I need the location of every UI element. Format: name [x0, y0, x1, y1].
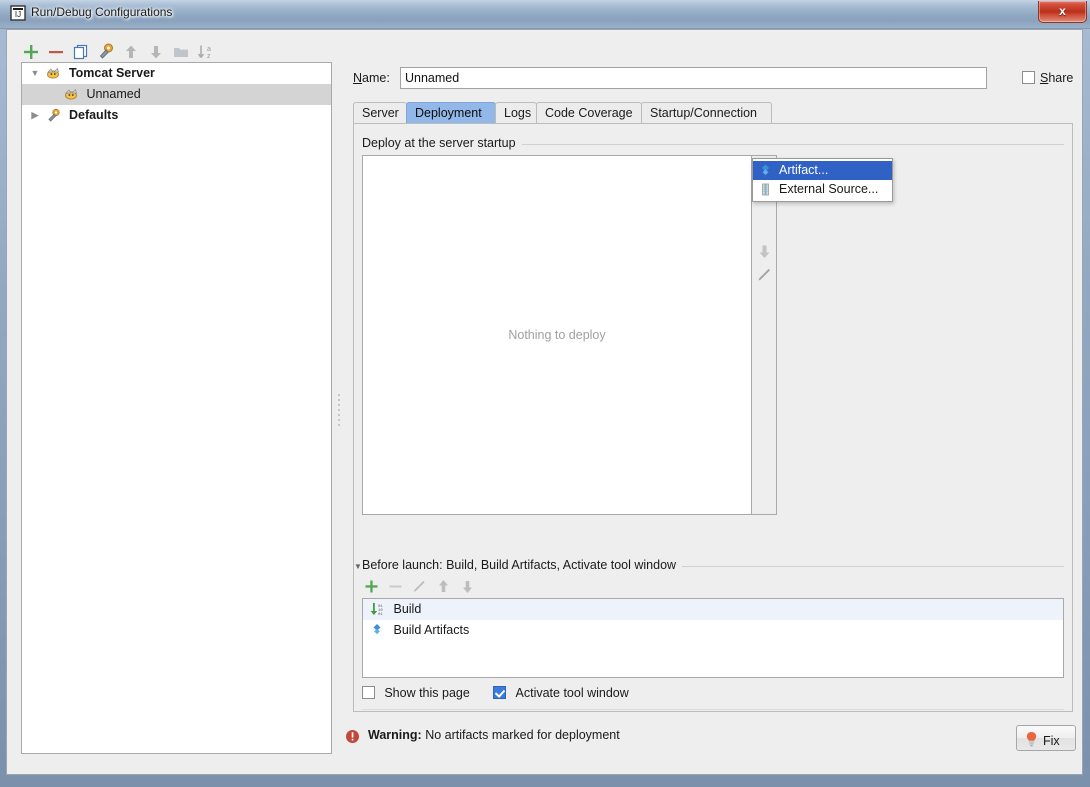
activate-tool-window-checkbox[interactable]: [493, 686, 507, 699]
before-launch-options: Show this page Activate tool window: [362, 686, 649, 704]
tab-label: Server: [362, 106, 399, 120]
configuration-tabs: Server Deployment Logs Code Coverage Sta…: [353, 102, 1073, 124]
menu-item-label: External Source...: [779, 182, 879, 196]
chevron-right-icon[interactable]: ▶: [28, 105, 42, 126]
name-input[interactable]: [400, 67, 987, 89]
sort-az-icon[interactable]: a z: [196, 42, 216, 62]
intellij-idea-icon: IJ: [10, 5, 26, 21]
move-task-down-button[interactable]: [458, 577, 477, 596]
dialog-client-area: a z ▼ Tomcat Server Unnamed ▶ Defaults N…: [6, 29, 1083, 775]
before-launch-task-list[interactable]: 01 10 01 Build Build Artifacts: [362, 598, 1064, 678]
tab-startup-connection[interactable]: Startup/Connection: [641, 102, 772, 123]
name-label: Name:: [353, 71, 390, 85]
svg-text:IJ: IJ: [15, 10, 21, 19]
svg-text:z: z: [207, 53, 211, 60]
tab-deployment[interactable]: Deployment: [406, 102, 496, 123]
wrench-icon: [45, 108, 62, 122]
share-label[interactable]: Share: [1040, 71, 1073, 85]
wrench-icon[interactable]: [96, 42, 116, 62]
tomcat-icon: [63, 87, 80, 101]
task-label: Build Artifacts: [393, 623, 470, 637]
activate-tool-window-label[interactable]: Activate tool window: [516, 686, 629, 700]
menu-item-external-source[interactable]: External Source...: [753, 180, 892, 199]
external-source-icon: [758, 182, 773, 197]
remove-configuration-button[interactable]: [46, 42, 66, 62]
before-launch-title: Before launch: Build, Build Artifacts, A…: [362, 558, 683, 572]
deployment-empty-text: Nothing to deploy: [508, 328, 606, 342]
tomcat-icon: [45, 66, 62, 80]
tab-label: Logs: [504, 106, 532, 120]
close-icon: x: [1059, 4, 1066, 18]
deployment-toolbar: [752, 155, 777, 515]
deployment-tab-panel: Deploy at the server startup Nothing to …: [353, 123, 1073, 712]
svg-text:a: a: [207, 46, 211, 53]
move-up-button[interactable]: [121, 42, 141, 62]
chevron-down-icon[interactable]: ▼: [28, 63, 42, 84]
deploy-group-title: Deploy at the server startup: [362, 136, 522, 150]
add-task-button[interactable]: [362, 577, 381, 596]
remove-task-button[interactable]: [386, 577, 405, 596]
task-row-build[interactable]: 01 10 01 Build: [363, 599, 1063, 620]
move-down-deployment-button[interactable]: [754, 241, 775, 262]
edit-task-button[interactable]: [410, 577, 429, 596]
tree-item-unnamed[interactable]: Unnamed: [22, 84, 331, 105]
panel-bottom-divider: [362, 709, 1064, 710]
tab-label: Deployment: [415, 106, 482, 120]
compile-icon: 01 10 01: [369, 602, 385, 616]
task-label: Build: [393, 602, 422, 616]
window-frame: IJ Run/Debug Configurations x a z ▼ Tomc…: [0, 0, 1090, 787]
before-launch-toolbar: [362, 574, 722, 598]
tree-item-tomcat-server[interactable]: ▼ Tomcat Server: [22, 63, 331, 84]
tree-item-label: Tomcat Server: [68, 66, 155, 80]
move-down-button[interactable]: [146, 42, 166, 62]
add-configuration-button[interactable]: [21, 42, 41, 62]
show-this-page-checkbox[interactable]: [362, 686, 375, 699]
tab-label: Code Coverage: [545, 106, 633, 120]
tab-code-coverage[interactable]: Code Coverage: [536, 102, 642, 123]
tree-item-defaults[interactable]: ▶ Defaults: [22, 105, 331, 126]
artifact-icon: [369, 623, 385, 637]
share-checkbox[interactable]: [1022, 71, 1035, 84]
add-deployment-popup-menu[interactable]: Artifact... External Source...: [752, 158, 893, 202]
artifact-icon: [758, 163, 773, 178]
configurations-tree[interactable]: ▼ Tomcat Server Unnamed ▶ Defaults: [21, 62, 332, 754]
tree-item-label: Defaults: [68, 108, 119, 122]
menu-item-artifact[interactable]: Artifact...: [753, 161, 892, 180]
tab-server[interactable]: Server: [353, 102, 407, 123]
deployment-list[interactable]: Nothing to deploy: [362, 155, 752, 515]
task-row-build-artifacts[interactable]: Build Artifacts: [363, 620, 1063, 641]
create-folder-button[interactable]: [171, 42, 191, 62]
tab-logs[interactable]: Logs: [495, 102, 537, 123]
close-button[interactable]: x: [1038, 1, 1087, 23]
dialog-footer: OK Cancel Apply Help: [7, 718, 1082, 774]
tab-label: Startup/Connection: [650, 106, 758, 120]
panel-splitter[interactable]: [334, 390, 343, 436]
window-titlebar: IJ Run/Debug Configurations x: [0, 0, 1090, 29]
menu-item-label: Artifact...: [779, 163, 829, 177]
svg-text:01: 01: [378, 613, 383, 616]
window-title: Run/Debug Configurations: [31, 5, 173, 19]
tree-item-label: Unnamed: [86, 87, 141, 101]
show-this-page-label[interactable]: Show this page: [384, 686, 469, 700]
move-task-up-button[interactable]: [434, 577, 453, 596]
edit-deployment-button[interactable]: [754, 264, 775, 285]
copy-configuration-button[interactable]: [71, 42, 91, 62]
before-launch-collapse-icon[interactable]: ▼: [354, 562, 362, 571]
